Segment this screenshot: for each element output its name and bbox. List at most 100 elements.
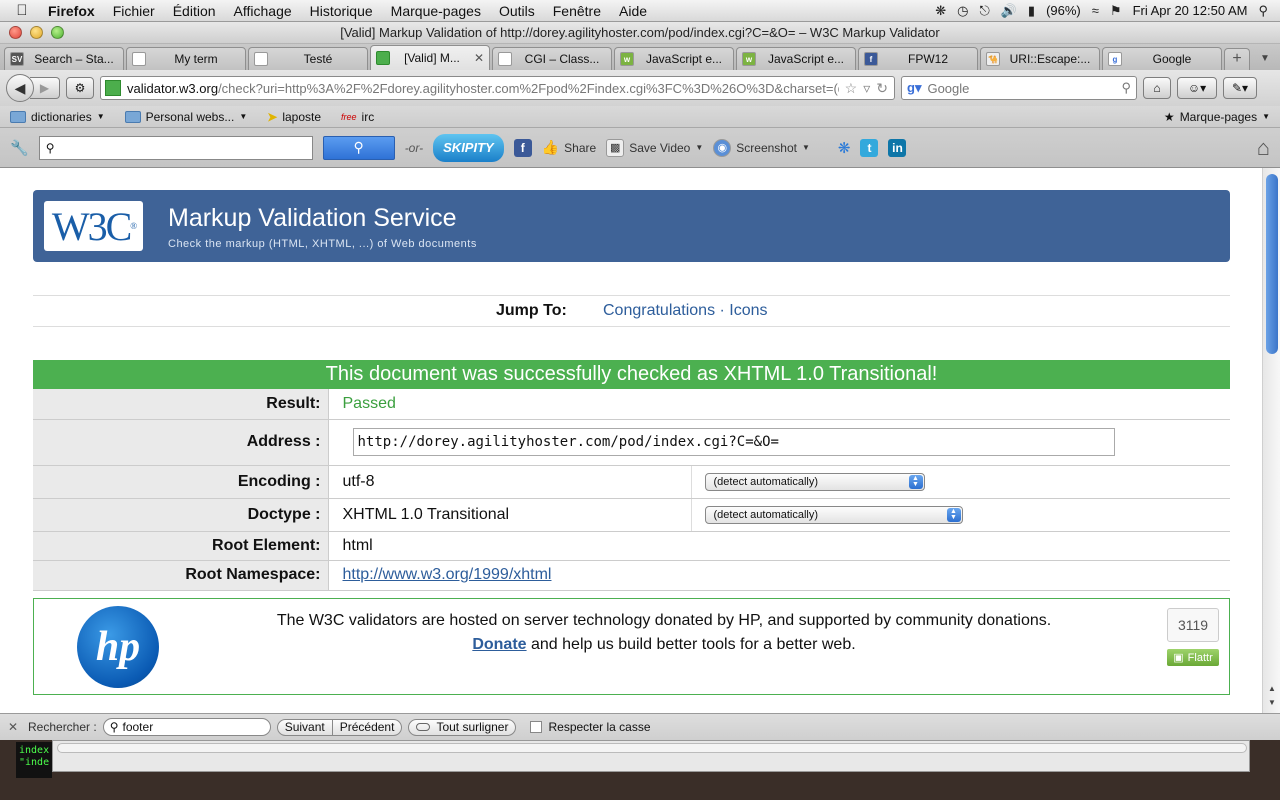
save-video-button[interactable]: ▩ Save Video ▼ <box>606 138 703 157</box>
apple-icon[interactable]:  <box>0 2 44 19</box>
find-next-button[interactable]: Suivant <box>276 718 333 736</box>
identity-button[interactable]: ⚙ <box>66 77 94 99</box>
scroll-down-icon[interactable]: ▼ <box>1266 698 1278 708</box>
screenshot-button[interactable]: ◉ Screenshot ▼ <box>713 138 810 157</box>
menu-affichage[interactable]: Affichage <box>225 3 301 19</box>
tab-javascript-2[interactable]: w JavaScript e... <box>736 47 856 70</box>
tab-fpw12[interactable]: f FPW12 <box>858 47 978 70</box>
address-input[interactable]: http://dorey.agilityhoster.com/pod/index… <box>352 428 1115 456</box>
bookmark-laposte[interactable]: ➤ laposte <box>267 110 321 124</box>
stackoverflow-icon: SV <box>10 52 24 66</box>
url-text[interactable]: validator.w3.org/check?uri=http%3A%2F%2F… <box>127 81 839 96</box>
flag-icon[interactable]: ⚑ <box>1110 3 1122 19</box>
facebook-icon[interactable]: f <box>513 138 532 157</box>
background-window[interactable] <box>52 740 1250 772</box>
forward-button[interactable]: ▶ <box>30 77 60 99</box>
bookmarks-menu-button[interactable]: ★ Marque-pages ▼ <box>1164 110 1270 124</box>
flattr-button[interactable]: ▣ Flattr <box>1167 649 1219 666</box>
google-engine-icon[interactable]: g▾ <box>907 80 921 96</box>
menu-fenetre[interactable]: Fenêtre <box>544 3 610 19</box>
share-button[interactable]: 👍 Share <box>542 139 596 156</box>
tab-javascript-1[interactable]: w JavaScript e... <box>614 47 734 70</box>
reload-icon[interactable]: ↻ <box>876 80 888 97</box>
toolbar-search-input[interactable]: ⚲ <box>38 135 313 160</box>
close-find-bar-icon[interactable]: ✕ <box>8 720 22 734</box>
bookmark-folder-personal[interactable]: Personal webs... ▼ <box>124 110 247 124</box>
tab-google[interactable]: g Google <box>1102 47 1222 70</box>
search-engine-box[interactable]: g▾ Google ⚲ <box>901 76 1137 100</box>
tab-my-term[interactable]: My term <box>126 47 246 70</box>
highlight-all-button[interactable]: Tout surligner <box>408 718 517 736</box>
match-case-checkbox[interactable] <box>530 721 543 733</box>
match-case-label[interactable]: Respecter la casse <box>548 720 650 734</box>
wrench-icon[interactable]: 🔧 <box>10 139 29 157</box>
spotlight-icon[interactable]: ⚲ <box>1258 3 1268 19</box>
tab-search-stack[interactable]: SV Search – Sta... <box>4 47 124 70</box>
home-button[interactable]: ⌂ <box>1143 77 1171 99</box>
doctype-select[interactable]: (detect automatically) ▲ ▼ <box>704 506 963 524</box>
hp-logo[interactable]: hp <box>77 606 159 688</box>
minimize-window-button[interactable] <box>30 26 43 39</box>
root-namespace-link[interactable]: http://www.w3.org/1999/xhtml <box>343 566 552 583</box>
vertical-scrollbar[interactable]: ▲ ▼ <box>1262 168 1280 713</box>
pinwheel-icon[interactable]: ❋ <box>935 3 946 19</box>
menu-aide[interactable]: Aide <box>610 3 656 19</box>
home-icon[interactable]: ⌂ <box>1257 135 1270 161</box>
page-title[interactable]: Markup Validation Service <box>168 204 457 233</box>
bookmark-irc[interactable]: free irc <box>341 110 374 124</box>
menu-edition[interactable]: Édition <box>164 3 225 19</box>
skipity-button[interactable]: SKIPITY <box>433 133 504 162</box>
menu-fichier[interactable]: Fichier <box>104 3 164 19</box>
tab-list-chevron-icon[interactable]: ▼ <box>1254 48 1276 70</box>
bookmark-folder-dictionaries[interactable]: dictionaries ▼ <box>10 110 105 124</box>
clock[interactable]: Fri Apr 20 12:50 AM <box>1133 3 1248 18</box>
addon-smiley-button[interactable]: ☺▾ <box>1177 77 1217 99</box>
battery-icon[interactable]: ▮ <box>1028 3 1035 19</box>
donate-link[interactable]: Donate <box>472 636 526 653</box>
tab-uri-escape[interactable]: 🐪 URI::Escape:... <box>980 47 1100 70</box>
doctype-select-cell: (detect automatically) ▲ ▼ <box>690 498 1230 532</box>
linkedin-icon[interactable]: in <box>888 138 907 157</box>
w3c-logo[interactable]: W3C ® <box>44 201 143 251</box>
search-magnifier-icon[interactable]: ⚲ <box>1121 80 1131 96</box>
table-row: Encoding : utf-8 (detect automatically) ▲… <box>33 465 1230 499</box>
back-button[interactable]: ◀ <box>6 74 34 102</box>
addon-extra-button[interactable]: ✎▾ <box>1223 77 1257 99</box>
bookmark-star-icon[interactable]: ☆ <box>845 80 858 97</box>
close-window-button[interactable] <box>9 26 22 39</box>
twitter-icon[interactable]: t <box>860 138 879 157</box>
tab-teste[interactable]: Testé <box>248 47 368 70</box>
zoom-window-button[interactable] <box>51 26 64 39</box>
scroll-up-icon[interactable]: ▲ <box>1266 684 1278 694</box>
scrollbar-thumb[interactable] <box>1266 174 1278 354</box>
wifi-icon[interactable]: ≈ <box>1092 3 1099 18</box>
close-tab-icon[interactable]: ✕ <box>474 51 484 65</box>
laposte-icon: ➤ <box>267 109 278 124</box>
new-tab-button[interactable]: + <box>1224 48 1250 70</box>
find-previous-button[interactable]: Précédent <box>332 718 403 736</box>
background-scrollbar[interactable] <box>57 743 1247 753</box>
menu-historique[interactable]: Historique <box>301 3 382 19</box>
url-dropdown-icon[interactable]: ▿ <box>863 80 870 97</box>
time-machine-icon[interactable]: ◷ <box>957 3 968 19</box>
volume-icon[interactable]: 🔊 <box>1001 3 1017 19</box>
jump-link-icons[interactable]: Icons <box>729 302 767 319</box>
menu-outils[interactable]: Outils <box>490 3 544 19</box>
toolbar-search-button[interactable]: ⚲ <box>322 135 395 160</box>
menu-app-firefox[interactable]: Firefox <box>44 3 104 19</box>
network-icon[interactable]: ❋ <box>838 139 851 157</box>
tab-label: URI::Escape:... <box>1009 52 1091 66</box>
tab-cgi-class[interactable]: CGI – Class... <box>492 47 612 70</box>
menu-marque-pages[interactable]: Marque-pages <box>382 3 490 19</box>
background-terminal[interactable]: index "inde <box>16 742 52 778</box>
bookmarks-menu-label: Marque-pages <box>1179 109 1258 124</box>
find-input[interactable]: ⚲ footer <box>102 718 271 736</box>
jump-link-congratulations[interactable]: Congratulations <box>603 302 715 319</box>
tab-valid-markup[interactable]: [Valid] M... ✕ <box>370 45 490 70</box>
search-input[interactable]: Google <box>927 81 1115 96</box>
encoding-select[interactable]: (detect automatically) ▲ ▼ <box>704 473 925 491</box>
bluetooth-icon[interactable]: ⎋ <box>979 3 989 19</box>
url-bar[interactable]: validator.w3.org/check?uri=http%3A%2F%2F… <box>100 76 895 100</box>
film-icon: ▩ <box>606 138 625 157</box>
table-row: Root Namespace: http://www.w3.org/1999/x… <box>33 560 1230 591</box>
